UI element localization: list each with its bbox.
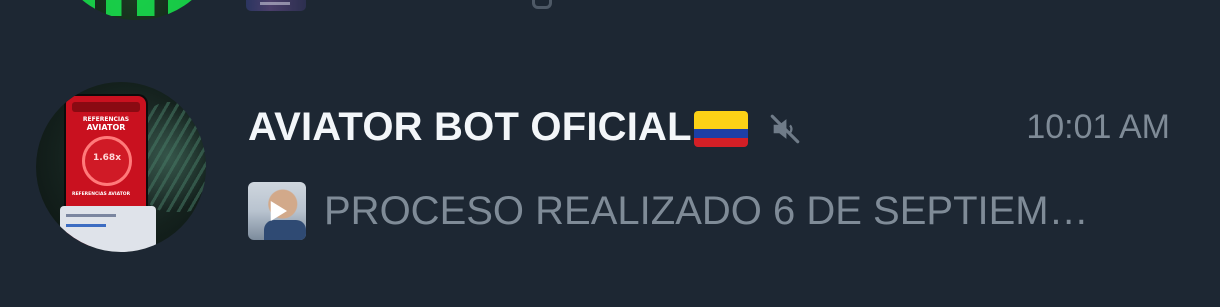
colombia-flag-icon	[693, 111, 748, 147]
chat-preview-text: PROCESO REALIZADO 6 DE SEPTIEM…	[324, 188, 1089, 233]
chat-timestamp: 10:01 AM	[1026, 108, 1170, 146]
previous-chat-avatar	[52, 0, 222, 20]
previous-chat-row[interactable]	[0, 0, 1220, 30]
chat-title-row: AVIATOR BOT OFICIAL	[248, 102, 802, 152]
avatar-multiplier: 1.68x	[92, 153, 121, 163]
avatar-text-line2: AVIATOR	[86, 123, 126, 132]
play-icon	[270, 201, 287, 221]
chat-preview: PROCESO REALIZADO 6 DE SEPTIEM…	[248, 182, 1089, 240]
avatar-text-line1: REFERENCIAS	[82, 116, 130, 123]
avatar-caption: REFERENCIAS AVIATOR	[72, 192, 131, 197]
chat-avatar: REFERENCIAS AVIATOR 1.68x REFERENCIAS AV…	[36, 82, 206, 252]
chat-title: AVIATOR BOT OFICIAL	[248, 104, 692, 149]
chat-list-item[interactable]: REFERENCIAS AVIATOR 1.68x REFERENCIAS AV…	[0, 62, 1220, 272]
previous-chat-thumbnail	[246, 0, 306, 11]
previous-chat-text-fragment	[532, 0, 552, 9]
video-thumbnail	[248, 182, 306, 240]
muted-speaker-icon	[770, 114, 800, 144]
